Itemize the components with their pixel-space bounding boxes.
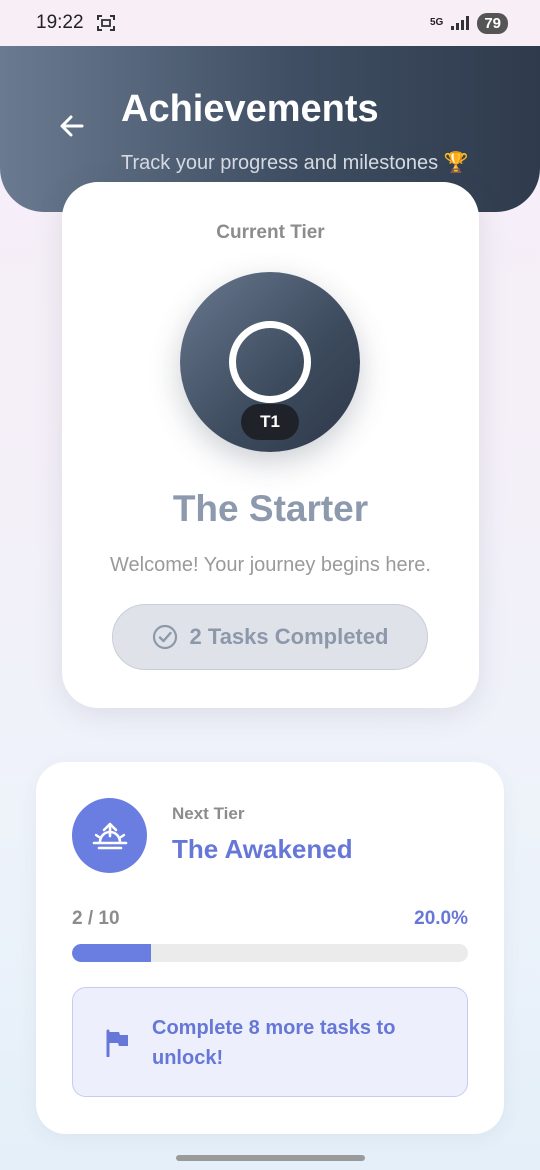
current-tier-label: Current Tier bbox=[216, 222, 325, 243]
status-right: 5G 79 bbox=[429, 12, 508, 34]
home-indicator[interactable] bbox=[176, 1155, 365, 1161]
current-tier-card: Current Tier T1 The Starter Welcome! You… bbox=[62, 182, 479, 708]
sunrise-icon bbox=[92, 822, 127, 849]
page-subtitle: Track your progress and milestones 🏆 bbox=[121, 152, 469, 174]
tasks-completed-pill: 2 Tasks Completed bbox=[112, 604, 428, 670]
tier-badge: T1 bbox=[241, 404, 299, 440]
check-circle-icon bbox=[152, 624, 177, 650]
page-title: Achievements bbox=[121, 88, 379, 130]
flag-icon bbox=[106, 1029, 128, 1057]
progress-count: 2 / 10 bbox=[72, 908, 120, 929]
arrow-left-icon[interactable] bbox=[56, 110, 88, 142]
tier-name: The Starter bbox=[172, 488, 369, 529]
progress-bar bbox=[72, 944, 468, 962]
tier-description: Welcome! Your journey begins here. bbox=[110, 554, 431, 576]
tier-emblem: T1 bbox=[180, 272, 360, 452]
unlock-message-box: Complete 8 more tasks to unlock! bbox=[72, 987, 468, 1097]
screenshot-icon bbox=[96, 15, 115, 31]
unlock-message: Complete 8 more tasks to unlock! bbox=[152, 1017, 396, 1069]
ring-icon bbox=[229, 321, 311, 403]
progress-percent: 20.0% bbox=[414, 908, 468, 929]
signal-bars-icon bbox=[451, 16, 470, 30]
progress-bar-fill bbox=[72, 944, 152, 962]
network-type: 5G bbox=[429, 17, 444, 28]
status-time: 19:22 bbox=[36, 12, 84, 33]
next-tier-emblem bbox=[72, 798, 147, 873]
next-tier-card: Next Tier The Awakened 2 / 10 20.0% Comp… bbox=[36, 762, 504, 1134]
status-bar: 19:22 5G 79 bbox=[0, 0, 540, 46]
battery-level: 79 bbox=[477, 12, 508, 34]
tasks-completed-text: 2 Tasks Completed bbox=[189, 624, 389, 649]
status-left: 19:22 bbox=[36, 12, 116, 34]
next-tier-name: The Awakened bbox=[172, 834, 353, 864]
next-tier-label: Next Tier bbox=[172, 804, 245, 823]
